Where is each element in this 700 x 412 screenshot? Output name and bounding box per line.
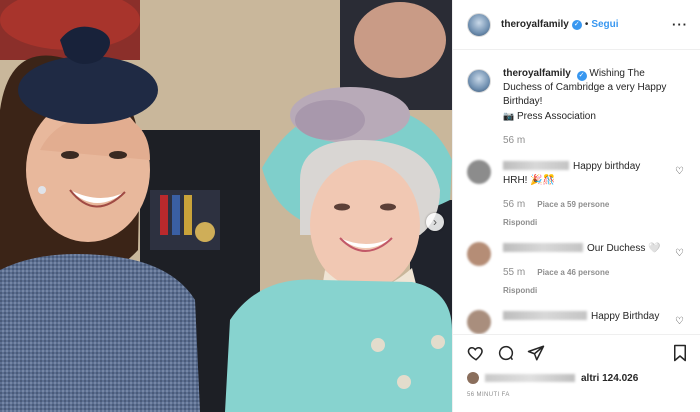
post-timestamp: 56 MINUTI FA bbox=[467, 392, 510, 398]
comment-avatar[interactable] bbox=[467, 242, 491, 266]
caption-credit: Press Association bbox=[517, 111, 596, 122]
more-options-icon[interactable]: ··· bbox=[672, 17, 688, 32]
profile-avatar[interactable] bbox=[467, 12, 491, 37]
comment-body: Our Duchess 🤍 55 m Piace a 46 persone Ri… bbox=[503, 242, 663, 298]
comment-username-blurred[interactable] bbox=[503, 311, 587, 320]
comment-avatar[interactable] bbox=[467, 160, 491, 184]
header-separator: • bbox=[584, 19, 589, 30]
comment-likes[interactable]: Piace a 46 persone bbox=[537, 266, 609, 280]
comment-item: Happy Birthday ♡ bbox=[467, 310, 688, 334]
post-actions: altri 124.026 56 MINUTI FA bbox=[453, 334, 700, 412]
verified-badge-icon: ✓ bbox=[576, 71, 587, 81]
post-header: theroyalfamily ✓ • Segui ··· bbox=[453, 0, 700, 50]
post-photo[interactable]: › bbox=[0, 0, 452, 412]
comment-likes[interactable]: Piace a 59 persone bbox=[537, 198, 609, 212]
comment-meta: 55 m Piace a 46 persone bbox=[503, 266, 663, 280]
comment-body: Happy Birthday bbox=[503, 310, 663, 334]
follow-button[interactable]: Segui bbox=[591, 19, 618, 30]
comment-item: Our Duchess 🤍 55 m Piace a 46 persone Ri… bbox=[467, 242, 688, 298]
comment-like-heart-icon[interactable]: ♡ bbox=[675, 316, 684, 327]
caption-body: theroyalfamily ✓ Wishing The Duchess of … bbox=[503, 67, 673, 148]
comment-body: Happy birthday HRH! 🎉🎊 56 m Piace a 59 p… bbox=[503, 160, 663, 230]
comment-icon[interactable] bbox=[497, 344, 515, 362]
comments-section[interactable]: theroyalfamily ✓ Wishing The Duchess of … bbox=[453, 51, 700, 334]
liker-name-blurred bbox=[485, 374, 575, 382]
comment-time[interactable]: 56 m bbox=[503, 198, 525, 212]
post-side-panel: theroyalfamily ✓ • Segui ··· theroyalfam… bbox=[452, 0, 700, 412]
likes-count[interactable]: altri 124.026 bbox=[581, 373, 638, 384]
comment-text: Our Duchess 🤍 bbox=[587, 243, 661, 254]
reply-button[interactable]: Rispondi bbox=[503, 284, 663, 298]
share-icon[interactable] bbox=[527, 344, 545, 362]
camera-icon: 📷 bbox=[503, 111, 515, 121]
liker-avatar bbox=[467, 372, 479, 384]
comment-avatar[interactable] bbox=[467, 310, 491, 334]
caption-avatar[interactable] bbox=[467, 69, 491, 93]
comment-like-heart-icon[interactable]: ♡ bbox=[675, 166, 684, 177]
verified-badge-icon: ✓ bbox=[571, 19, 582, 30]
reply-button[interactable]: Rispondi bbox=[503, 216, 663, 230]
comment-text: Happy Birthday bbox=[591, 311, 660, 322]
comment-time[interactable]: 55 m bbox=[503, 266, 525, 280]
bookmark-icon[interactable] bbox=[672, 344, 688, 362]
header-username[interactable]: theroyalfamily bbox=[501, 19, 569, 30]
likes-summary[interactable]: altri 124.026 bbox=[467, 372, 688, 384]
comment-item: Happy birthday HRH! 🎉🎊 56 m Piace a 59 p… bbox=[467, 160, 688, 230]
caption-time[interactable]: 56 m bbox=[503, 134, 673, 148]
comment-meta: 56 m Piace a 59 persone bbox=[503, 198, 663, 212]
next-image-arrow-icon[interactable]: › bbox=[426, 213, 444, 231]
post-caption: theroyalfamily ✓ Wishing The Duchess of … bbox=[467, 67, 688, 148]
comment-username-blurred[interactable] bbox=[503, 161, 569, 170]
heart-icon[interactable] bbox=[467, 344, 485, 362]
comment-username-blurred[interactable] bbox=[503, 243, 583, 252]
comment-like-heart-icon[interactable]: ♡ bbox=[675, 248, 684, 259]
caption-username[interactable]: theroyalfamily bbox=[503, 68, 571, 79]
action-icon-row bbox=[467, 343, 688, 363]
photo-illustration bbox=[0, 0, 452, 412]
